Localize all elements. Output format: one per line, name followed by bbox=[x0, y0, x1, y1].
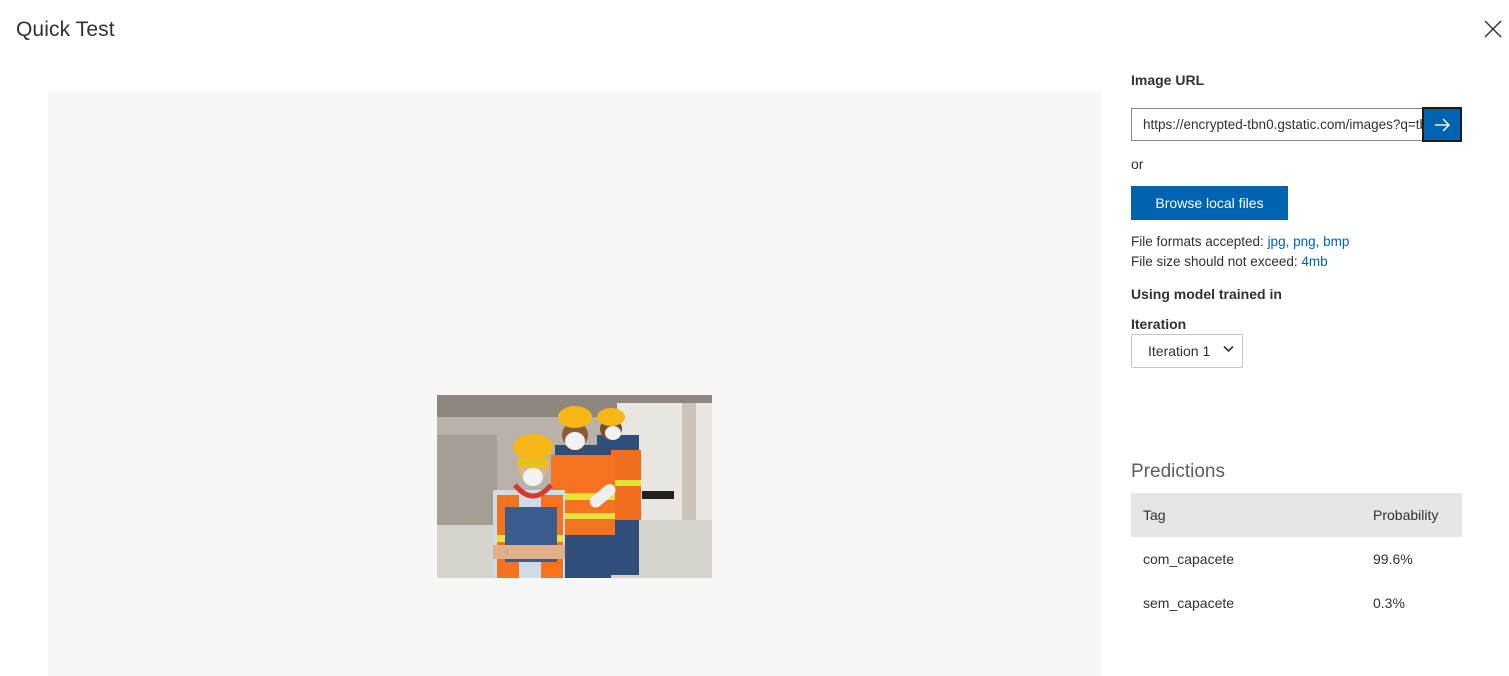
image-url-input[interactable] bbox=[1131, 108, 1434, 141]
file-formats-label: File formats accepted: bbox=[1131, 234, 1268, 249]
chevron-down-icon bbox=[1223, 345, 1234, 353]
iteration-label: Iteration bbox=[1131, 316, 1187, 332]
image-url-row bbox=[1131, 107, 1462, 142]
or-separator: or bbox=[1131, 156, 1144, 172]
file-formats-values: jpg, png, bmp bbox=[1267, 234, 1350, 249]
predictions-table-header: Tag Probability bbox=[1131, 493, 1462, 537]
file-size-label: File size should not exceed: bbox=[1131, 254, 1302, 269]
table-row: sem_capacete 0.3% bbox=[1131, 581, 1462, 625]
browse-local-files-button[interactable]: Browse local files bbox=[1131, 186, 1288, 220]
arrow-right-icon bbox=[1435, 118, 1450, 131]
column-header-tag: Tag bbox=[1143, 507, 1166, 523]
page-title: Quick Test bbox=[16, 18, 115, 41]
predictions-title: Predictions bbox=[1131, 461, 1225, 482]
column-header-probability: Probability bbox=[1373, 507, 1439, 523]
table-row: com_capacete 99.6% bbox=[1131, 537, 1462, 581]
model-heading: Using model trained in bbox=[1131, 286, 1282, 302]
predictions-table: Tag Probability com_capacete 99.6% sem_c… bbox=[1131, 493, 1462, 625]
image-preview-panel bbox=[48, 91, 1101, 676]
submit-url-button[interactable] bbox=[1422, 107, 1462, 142]
prediction-probability: 0.3% bbox=[1373, 595, 1405, 611]
image-url-label: Image URL bbox=[1131, 72, 1205, 88]
prediction-probability: 99.6% bbox=[1373, 551, 1413, 567]
prediction-tag: com_capacete bbox=[1143, 551, 1235, 567]
test-image bbox=[437, 395, 712, 578]
file-size-value: 4mb bbox=[1301, 254, 1328, 269]
iteration-select[interactable]: Iteration 1 bbox=[1131, 334, 1243, 368]
prediction-tag: sem_capacete bbox=[1143, 595, 1235, 611]
close-button[interactable] bbox=[1480, 16, 1506, 42]
file-formats-info: File formats accepted: jpg, png, bmp bbox=[1131, 234, 1349, 249]
file-size-info: File size should not exceed: 4mb bbox=[1131, 254, 1328, 269]
iteration-selected-value: Iteration 1 bbox=[1148, 343, 1211, 359]
close-icon bbox=[1484, 20, 1502, 38]
